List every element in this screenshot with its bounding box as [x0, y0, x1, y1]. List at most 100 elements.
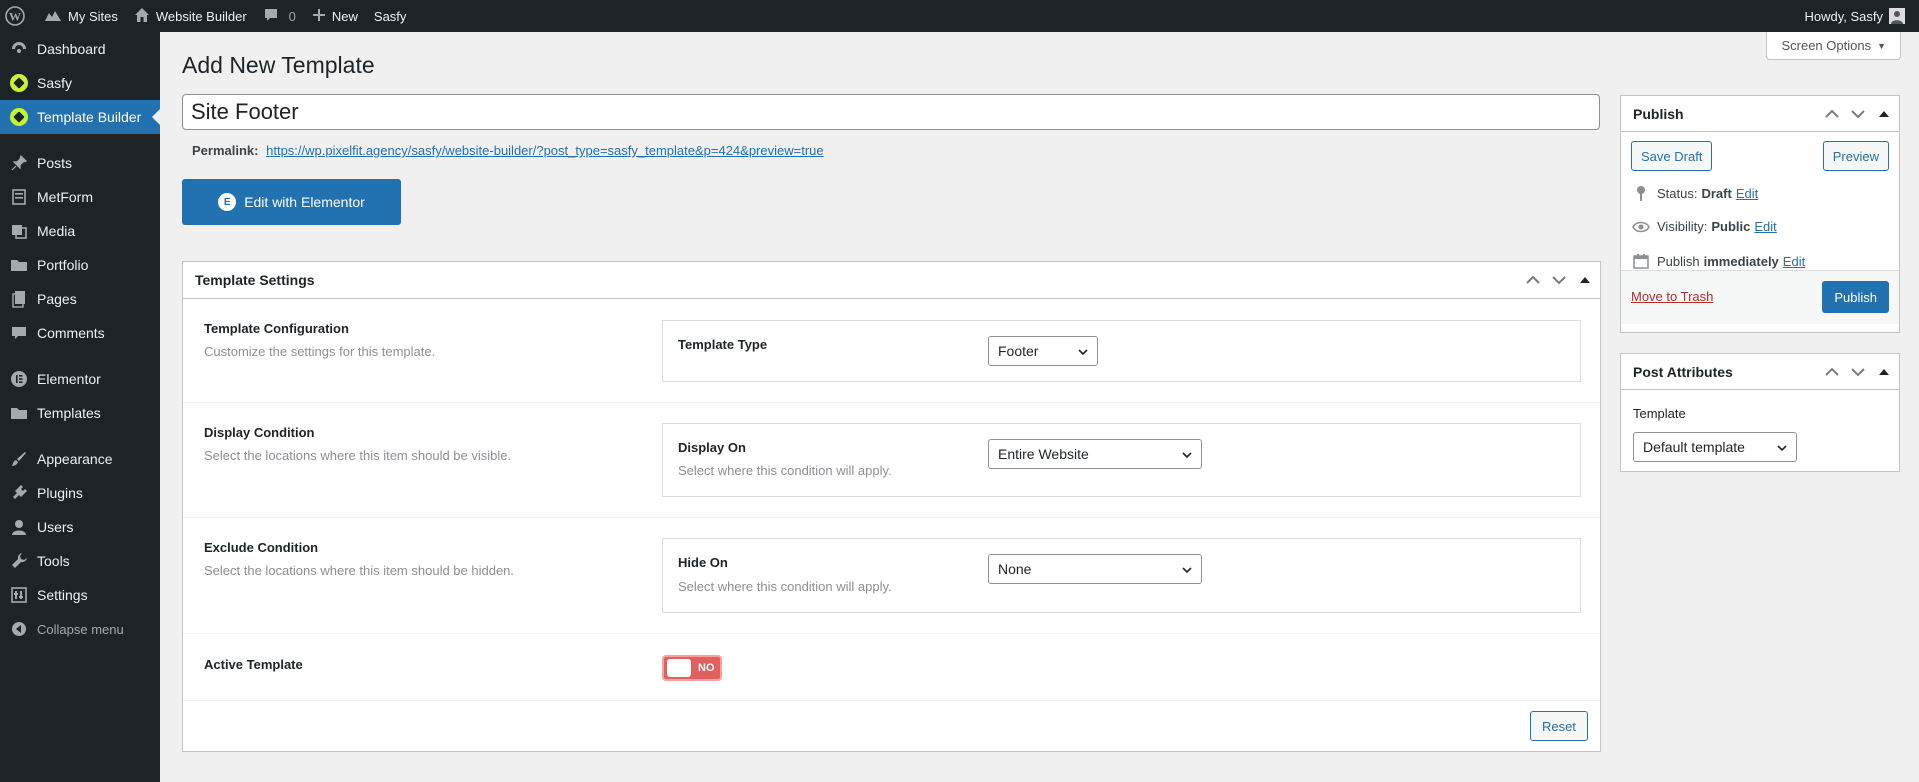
preview-button[interactable]: Preview: [1822, 141, 1889, 171]
sidebar-item-pages[interactable]: Pages: [0, 282, 160, 316]
visibility-value: Public: [1711, 219, 1751, 234]
toggle-panel-icon[interactable]: [1875, 363, 1893, 381]
sidebar-item-posts[interactable]: Posts: [0, 146, 160, 180]
pin-icon: [1631, 185, 1651, 201]
my-sites-icon: [44, 7, 68, 26]
chevron-down-icon: [1776, 441, 1788, 457]
chevron-up-icon[interactable]: [1524, 271, 1542, 289]
sidebar-item-portfolio[interactable]: Portfolio: [0, 248, 160, 282]
publish-box: Publish Save Draft Preview Status: Draft…: [1620, 95, 1900, 333]
sidebar-item-appearance[interactable]: Appearance: [0, 442, 160, 476]
comment-icon: [263, 7, 285, 26]
sidebar-item-tools[interactable]: Tools: [0, 544, 160, 578]
sidebar-item-label: Comments: [37, 325, 105, 341]
calendar-icon: [1631, 253, 1651, 269]
sidebar-item-metform[interactable]: MetForm: [0, 180, 160, 214]
sidebar-item-settings[interactable]: Settings: [0, 578, 160, 612]
folder-icon: [9, 403, 29, 423]
sidebar-item-template-builder[interactable]: Template Builder: [0, 100, 160, 134]
media-icon: [9, 221, 29, 241]
elementor-button-label: Edit with Elementor: [244, 194, 365, 210]
permalink: Permalink: https://wp.pixelfit.agency/sa…: [192, 143, 824, 158]
chevron-up-icon[interactable]: [1823, 105, 1841, 123]
sasfy-icon: [9, 73, 29, 93]
toggle-state-label: NO: [698, 662, 715, 674]
schedule-row: Publish immediately Edit: [1631, 253, 1805, 269]
chevron-down-icon[interactable]: [1550, 271, 1568, 289]
account-menu[interactable]: Howdy, Sasfy: [1796, 0, 1919, 32]
collapse-menu-label: Collapse menu: [37, 621, 124, 637]
sidebar-item-label: Elementor: [37, 371, 101, 387]
edit-with-elementor-button[interactable]: E Edit with Elementor: [182, 179, 401, 225]
plugin-icon: [9, 483, 29, 503]
post-title-input[interactable]: [182, 94, 1600, 130]
permalink-link[interactable]: https://wp.pixelfit.agency/sasfy/website…: [266, 143, 824, 158]
admin-bar: W My Sites Website Builder 0 New Sasfy H…: [0, 0, 1919, 32]
hide-on-select[interactable]: None: [988, 554, 1202, 584]
sidebar-item-comments[interactable]: Comments: [0, 316, 160, 350]
page-template-select[interactable]: Default template: [1633, 432, 1797, 462]
sidebar-item-dashboard[interactable]: Dashboard: [0, 32, 160, 66]
sidebar-item-templates[interactable]: Templates: [0, 396, 160, 430]
sidebar-item-sasfy[interactable]: Sasfy: [0, 66, 160, 100]
wordpress-logo-icon[interactable]: W: [0, 0, 36, 32]
sidebar-item-media[interactable]: Media: [0, 214, 160, 248]
comments-menu[interactable]: 0: [255, 0, 304, 32]
hide-on-label: Hide On: [678, 555, 728, 570]
publish-button[interactable]: Publish: [1822, 281, 1889, 313]
hide-on-value: None: [998, 561, 1032, 577]
template-configuration-desc: Customize the settings for this template…: [204, 344, 436, 359]
active-template-row: Active Template NO: [183, 634, 1600, 701]
exclude-condition-row: Exclude Condition Select the locations w…: [183, 518, 1600, 634]
display-on-select[interactable]: Entire Website: [988, 439, 1202, 469]
post-attributes-title: Post Attributes: [1633, 363, 1733, 380]
sidebar-item-label: Posts: [37, 155, 73, 171]
active-template-toggle[interactable]: NO: [662, 655, 722, 681]
display-condition-row: Display Condition Select the locations w…: [183, 403, 1600, 518]
screen-options-button[interactable]: Screen Options ▼: [1766, 32, 1901, 60]
edit-schedule-link[interactable]: Edit: [1783, 254, 1805, 269]
sidebar-item-label: Settings: [37, 587, 88, 603]
settings-icon: [9, 585, 29, 605]
sidebar-item-label: Media: [37, 223, 76, 239]
toggle-panel-icon[interactable]: [1576, 271, 1594, 289]
sidebar-item-label: Tools: [37, 553, 70, 569]
sidebar-item-plugins[interactable]: Plugins: [0, 476, 160, 510]
page-template-value: Default template: [1643, 439, 1745, 455]
collapse-menu-button[interactable]: Collapse menu: [0, 612, 160, 646]
site-name-menu[interactable]: Website Builder: [126, 0, 255, 32]
edit-status-link[interactable]: Edit: [1736, 186, 1758, 201]
sidebar-item-label: Portfolio: [37, 257, 89, 273]
my-sites-menu[interactable]: My Sites: [36, 0, 126, 32]
display-on-label: Display On: [678, 440, 746, 455]
toggle-panel-icon[interactable]: [1875, 105, 1893, 123]
pin-icon: [9, 153, 29, 173]
edit-visibility-link[interactable]: Edit: [1754, 219, 1776, 234]
chevron-up-icon[interactable]: [1823, 363, 1841, 381]
chevron-down-icon: [1077, 345, 1089, 361]
sidebar-item-label: Users: [37, 519, 74, 535]
visibility-row: Visibility: Public Edit: [1631, 219, 1777, 234]
sasfy-menu[interactable]: Sasfy: [366, 0, 415, 32]
sidebar-item-elementor[interactable]: Elementor: [0, 362, 160, 396]
save-draft-button[interactable]: Save Draft: [1631, 141, 1713, 171]
plus-icon: [312, 8, 332, 25]
screen-options-label: Screen Options: [1781, 38, 1872, 53]
chevron-down-icon[interactable]: [1849, 105, 1867, 123]
template-type-select[interactable]: Footer: [988, 336, 1098, 366]
move-to-trash-link[interactable]: Move to Trash: [1631, 289, 1713, 304]
template-configuration-row: Template Configuration Customize the set…: [183, 299, 1600, 403]
new-content-menu[interactable]: New: [304, 0, 366, 32]
display-on-field: Display On Select where this condition w…: [662, 423, 1581, 497]
template-settings-header: Template Settings: [183, 262, 1600, 299]
sasfy-icon: [9, 107, 29, 127]
collapse-arrow-icon: [9, 619, 29, 639]
caret-down-icon: ▼: [1877, 40, 1886, 51]
reset-button[interactable]: Reset: [1530, 711, 1588, 741]
user-icon: [9, 517, 29, 537]
form-icon: [9, 187, 29, 207]
menu-separator: [0, 134, 160, 146]
my-sites-label: My Sites: [68, 8, 118, 24]
chevron-down-icon[interactable]: [1849, 363, 1867, 381]
sidebar-item-users[interactable]: Users: [0, 510, 160, 544]
